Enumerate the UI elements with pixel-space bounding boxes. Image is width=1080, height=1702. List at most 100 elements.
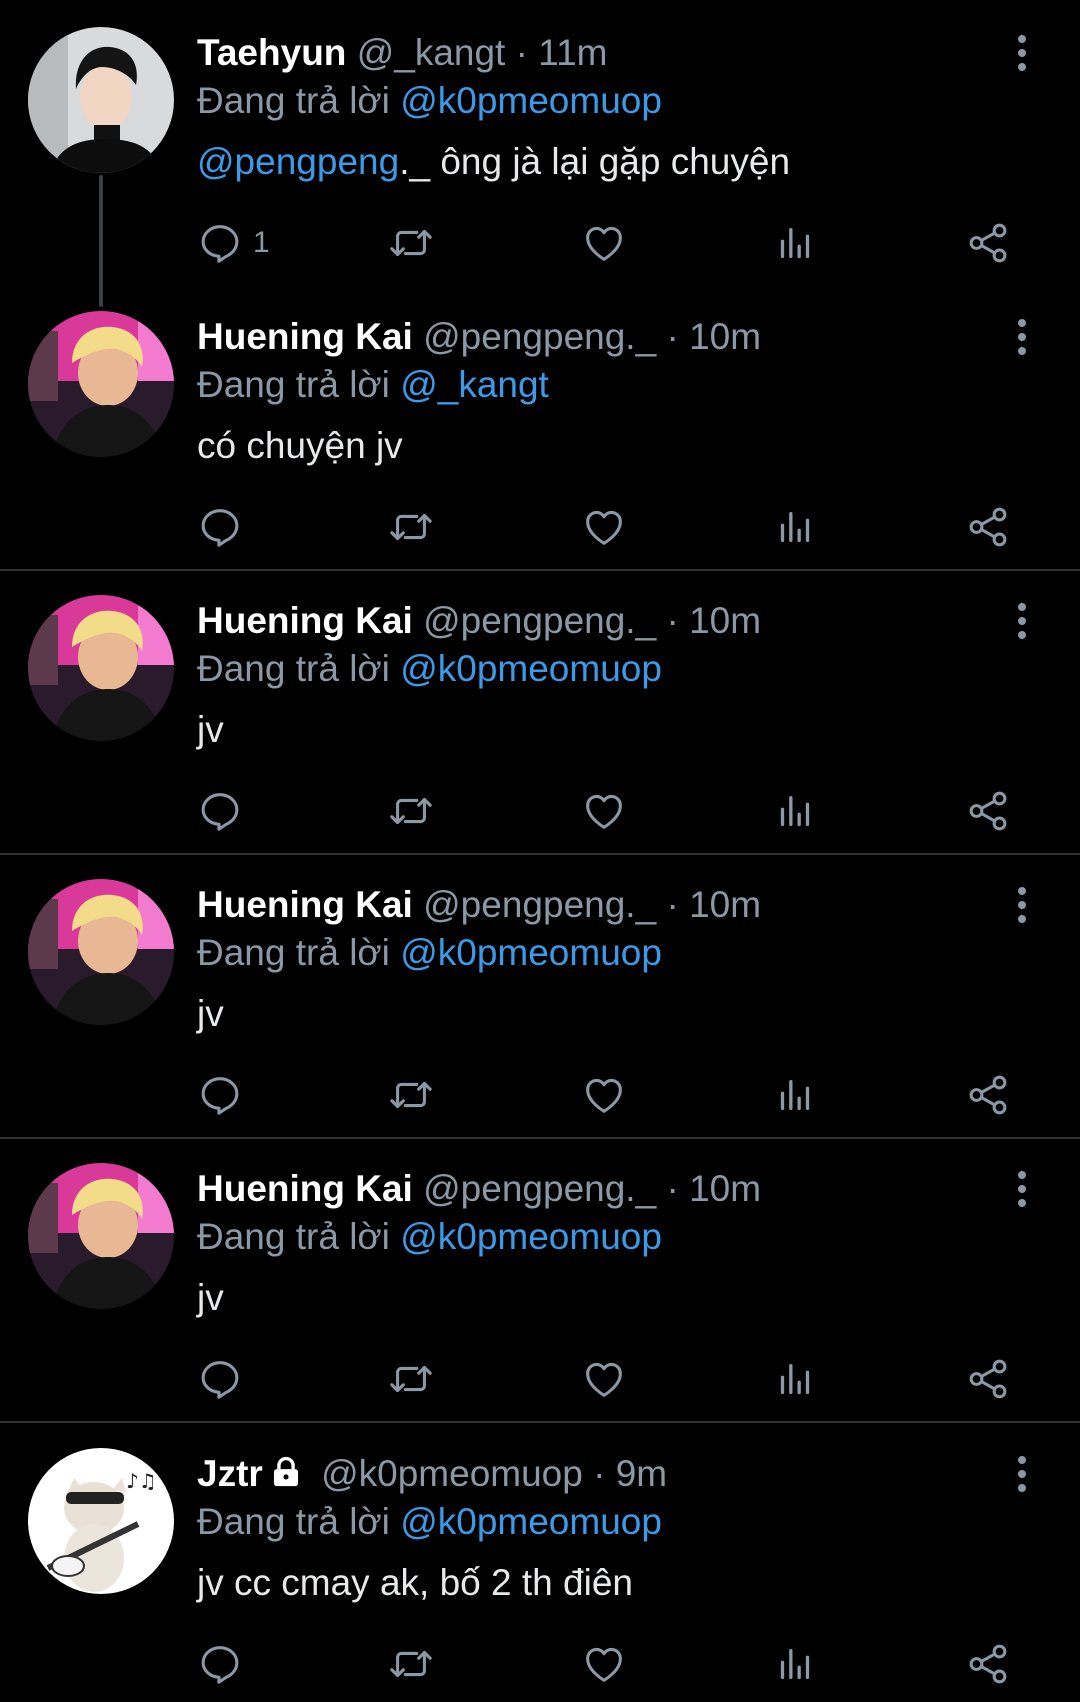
timestamp[interactable]: 10m [689, 884, 761, 925]
retweet-button[interactable] [386, 1069, 436, 1121]
more-vertical-icon[interactable] [1005, 1167, 1039, 1211]
avatar[interactable] [28, 311, 174, 457]
reply-button[interactable] [197, 785, 243, 837]
more-vertical-icon[interactable] [1005, 1452, 1039, 1496]
display-name[interactable]: Jztr [197, 1453, 263, 1494]
reply-mention[interactable]: @_kangt [400, 364, 549, 405]
display-name[interactable]: Huening Kai [197, 884, 413, 925]
avatar[interactable] [28, 27, 174, 173]
reply-button[interactable] [197, 501, 243, 553]
views-button[interactable] [775, 1638, 815, 1690]
like-button[interactable] [581, 501, 627, 553]
timestamp[interactable]: 10m [689, 1168, 761, 1209]
more-vertical-icon[interactable] [1005, 599, 1039, 643]
timestamp[interactable]: 10m [689, 316, 761, 357]
share-button[interactable] [965, 1638, 1011, 1690]
reply-mention[interactable]: @k0pmeomuop [400, 648, 662, 689]
share-button[interactable] [965, 217, 1011, 269]
replying-to-label: Đang trả lời [197, 648, 390, 689]
replying-to-label: Đang trả lời [197, 1216, 390, 1257]
action-bar: 1 [197, 217, 1037, 269]
tweet[interactable]: Huening Kai @pengpeng._ · 10m Đang trả l… [0, 311, 1080, 561]
reply-mention[interactable]: @k0pmeomuop [400, 1216, 662, 1257]
share-button[interactable] [965, 1069, 1011, 1121]
reply-button[interactable] [197, 1069, 243, 1121]
action-bar [197, 1638, 1037, 1690]
like-icon [581, 1641, 627, 1687]
share-button[interactable] [965, 785, 1011, 837]
reply-mention[interactable]: @k0pmeomuop [400, 80, 662, 121]
views-button[interactable] [775, 501, 815, 553]
reply-mention[interactable]: @k0pmeomuop [400, 932, 662, 973]
retweet-button[interactable] [386, 1353, 436, 1405]
avatar[interactable] [28, 1448, 174, 1594]
avatar[interactable] [28, 879, 174, 1025]
like-button[interactable] [581, 217, 627, 269]
user-handle[interactable]: @pengpeng._ [423, 1168, 656, 1209]
like-button[interactable] [581, 1069, 627, 1121]
reply-count: 1 [253, 226, 270, 259]
timestamp[interactable]: 9m [616, 1453, 667, 1494]
separator: · [666, 316, 679, 357]
replying-to-label: Đang trả lời [197, 364, 390, 405]
more-vertical-icon[interactable] [1005, 883, 1039, 927]
reply-icon [197, 1356, 243, 1402]
retweet-button[interactable] [386, 785, 436, 837]
display-name[interactable]: Huening Kai [197, 600, 413, 641]
user-handle[interactable]: @pengpeng._ [423, 316, 656, 357]
user-handle[interactable]: @pengpeng._ [423, 884, 656, 925]
tweet[interactable]: Huening Kai @pengpeng._ · 10m Đang trả l… [0, 1163, 1080, 1413]
reply-button[interactable] [197, 1353, 243, 1405]
user-handle[interactable]: @k0pmeomuop [321, 1453, 583, 1494]
like-icon [581, 788, 627, 834]
separator: · [666, 600, 679, 641]
divider [0, 853, 1080, 855]
action-bar [197, 1069, 1037, 1121]
share-icon [965, 1072, 1011, 1118]
retweet-button[interactable] [386, 217, 436, 269]
share-button[interactable] [965, 1353, 1011, 1405]
tweet-body: ._ ông jà lại gặp chuyện [399, 141, 791, 182]
display-name[interactable]: Huening Kai [197, 1168, 413, 1209]
tweet[interactable]: Huening Kai @pengpeng._ · 10m Đang trả l… [0, 595, 1080, 845]
like-button[interactable] [581, 1638, 627, 1690]
user-handle[interactable]: @pengpeng._ [423, 600, 656, 641]
reply-button[interactable] [197, 1638, 243, 1690]
text-mention[interactable]: @pengpeng [197, 141, 399, 182]
replying-to: Đang trả lời @_kangt [197, 363, 549, 407]
more-vertical-icon[interactable] [1005, 31, 1039, 75]
avatar[interactable] [28, 1163, 174, 1309]
tweet[interactable]: Jztr @k0pmeomuop · 9m Đang trả lời @k0pm… [0, 1448, 1080, 1698]
reply-button[interactable]: 1 [197, 217, 270, 269]
tweet[interactable]: Huening Kai @pengpeng._ · 10m Đang trả l… [0, 879, 1080, 1129]
views-icon [775, 1642, 815, 1686]
user-handle[interactable]: @_kangt [357, 32, 506, 73]
action-bar [197, 785, 1037, 837]
tweet-header: Huening Kai @pengpeng._ · 10m [197, 315, 761, 359]
like-button[interactable] [581, 1353, 627, 1405]
retweet-icon [386, 1641, 436, 1687]
tweet-header: Huening Kai @pengpeng._ · 10m [197, 599, 761, 643]
timestamp[interactable]: 10m [689, 600, 761, 641]
views-button[interactable] [775, 785, 815, 837]
display-name[interactable]: Taehyun [197, 32, 346, 73]
tweet[interactable]: Taehyun @_kangt · 11m Đang trả lời @k0pm… [0, 27, 1080, 277]
like-button[interactable] [581, 785, 627, 837]
views-button[interactable] [775, 1353, 815, 1405]
like-icon [581, 504, 627, 550]
tweet-text: @pengpeng._ ông jà lại gặp chuyện [197, 139, 790, 185]
reply-icon [197, 220, 243, 266]
share-button[interactable] [965, 501, 1011, 553]
more-vertical-icon[interactable] [1005, 315, 1039, 359]
display-name[interactable]: Huening Kai [197, 316, 413, 357]
views-icon [775, 789, 815, 833]
avatar[interactable] [28, 595, 174, 741]
retweet-button[interactable] [386, 1638, 436, 1690]
reply-mention[interactable]: @k0pmeomuop [400, 1501, 662, 1542]
views-button[interactable] [775, 1069, 815, 1121]
retweet-button[interactable] [386, 501, 436, 553]
timestamp[interactable]: 11m [538, 32, 607, 73]
reply-icon [197, 788, 243, 834]
reply-icon [197, 504, 243, 550]
views-button[interactable] [775, 217, 815, 269]
